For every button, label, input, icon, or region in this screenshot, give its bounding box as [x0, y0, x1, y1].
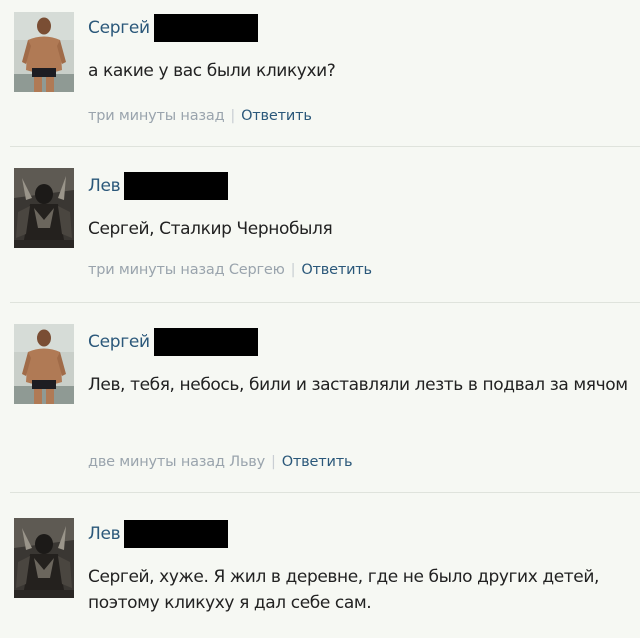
- timestamp: две минуты назад: [88, 454, 225, 470]
- comment-3: Сергей Лев, тебя, небось, били и заставл…: [0, 302, 640, 492]
- comment-text: а какие у вас были кликухи?: [88, 61, 336, 81]
- meta-separator: |: [230, 108, 236, 124]
- author-row: Лев: [88, 520, 229, 548]
- reply-to-link[interactable]: Льву: [229, 454, 265, 470]
- comment-meta: три минуты назад Сергею | Ответить: [88, 262, 372, 278]
- author-row: Сергей: [88, 328, 258, 356]
- comment-meta: две минуты назад Льву | Ответить: [88, 454, 353, 470]
- comment-thread: Сергей а какие у вас были кликухи? три м…: [0, 0, 640, 638]
- avatar[interactable]: [14, 324, 74, 404]
- author-name[interactable]: Лев: [88, 524, 121, 544]
- author-row: Лев: [88, 172, 229, 200]
- author-row: Сергей: [88, 14, 258, 42]
- timestamp: три минуты назад: [88, 108, 225, 124]
- dark-figure-avatar-icon: [14, 518, 74, 598]
- comment-4: Лев Сергей, хуже. Я жил в деревне, где н…: [0, 492, 640, 638]
- shirtless-man-avatar-icon: [14, 12, 74, 92]
- comment-text: Лев, тебя, небось, били и заставляли лез…: [88, 375, 628, 395]
- redaction-bar: [124, 520, 229, 548]
- redaction-bar: [124, 172, 229, 200]
- reply-link[interactable]: Ответить: [301, 262, 372, 278]
- comment-1: Сергей а какие у вас были кликухи? три м…: [0, 0, 640, 146]
- redaction-bar: [153, 14, 258, 42]
- author-name[interactable]: Лев: [88, 176, 121, 196]
- shirtless-man-avatar-icon: [14, 324, 74, 404]
- author-name[interactable]: Сергей: [88, 18, 150, 38]
- author-name[interactable]: Сергей: [88, 332, 150, 352]
- comment-2: Лев Сергей, Сталкир Чернобыля три минуты…: [0, 146, 640, 302]
- timestamp: три минуты назад: [88, 262, 225, 278]
- reply-to-link[interactable]: Сергею: [229, 262, 285, 278]
- avatar[interactable]: [14, 12, 74, 92]
- avatar[interactable]: [14, 168, 74, 248]
- meta-separator: |: [290, 262, 296, 278]
- dark-figure-avatar-icon: [14, 168, 74, 248]
- reply-link[interactable]: Ответить: [282, 454, 353, 470]
- comment-meta: три минуты назад | Ответить: [88, 108, 312, 124]
- comment-text: Сергей, хуже. Я жил в деревне, где не бы…: [88, 567, 599, 613]
- comment-text: Сергей, Сталкир Чернобыля: [88, 219, 333, 239]
- redaction-bar: [153, 328, 258, 356]
- avatar[interactable]: [14, 518, 74, 598]
- meta-separator: |: [271, 454, 276, 470]
- reply-link[interactable]: Ответить: [241, 108, 312, 124]
